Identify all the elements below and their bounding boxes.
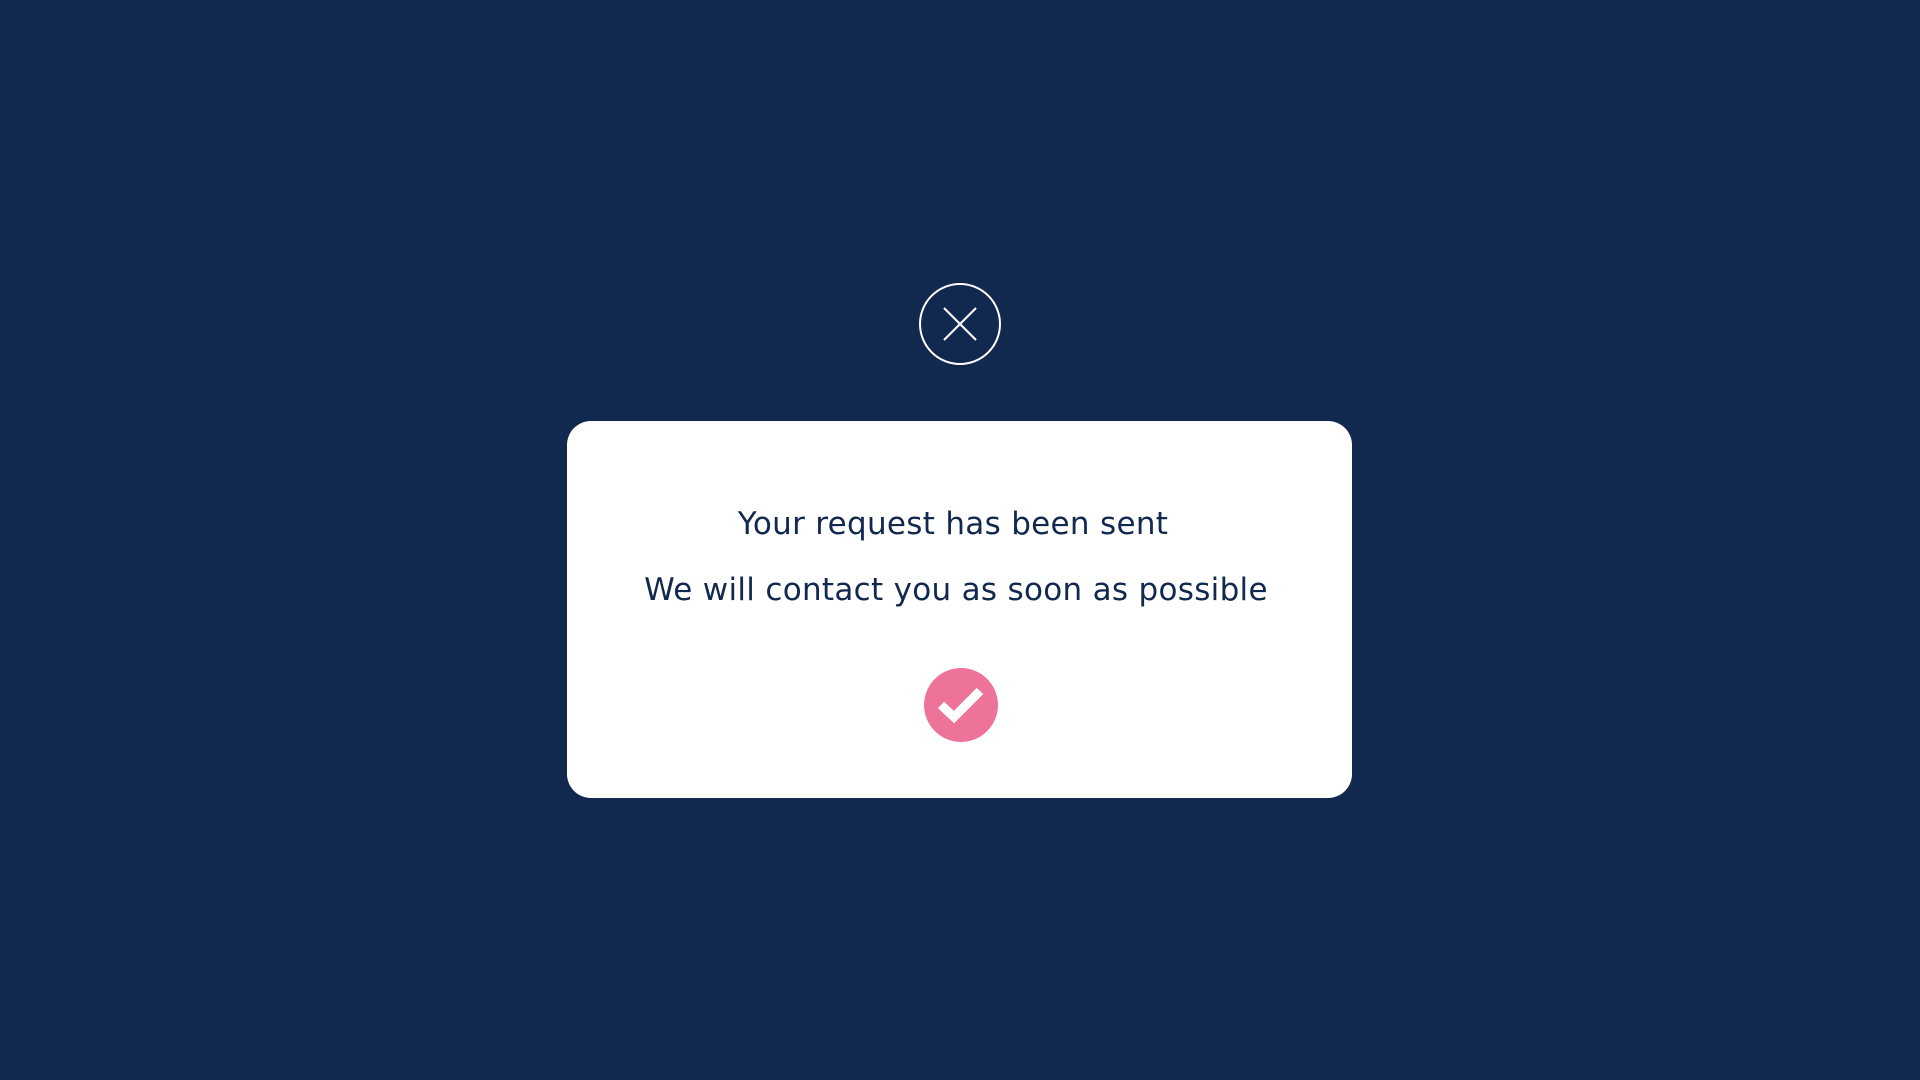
close-button[interactable] [919, 283, 1001, 365]
dialog-title: Your request has been sent [737, 506, 1169, 542]
checkmark-icon [935, 685, 987, 725]
close-icon [942, 306, 978, 342]
success-badge [924, 668, 998, 742]
dialog-message: We will contact you as soon as possible [644, 572, 1268, 608]
